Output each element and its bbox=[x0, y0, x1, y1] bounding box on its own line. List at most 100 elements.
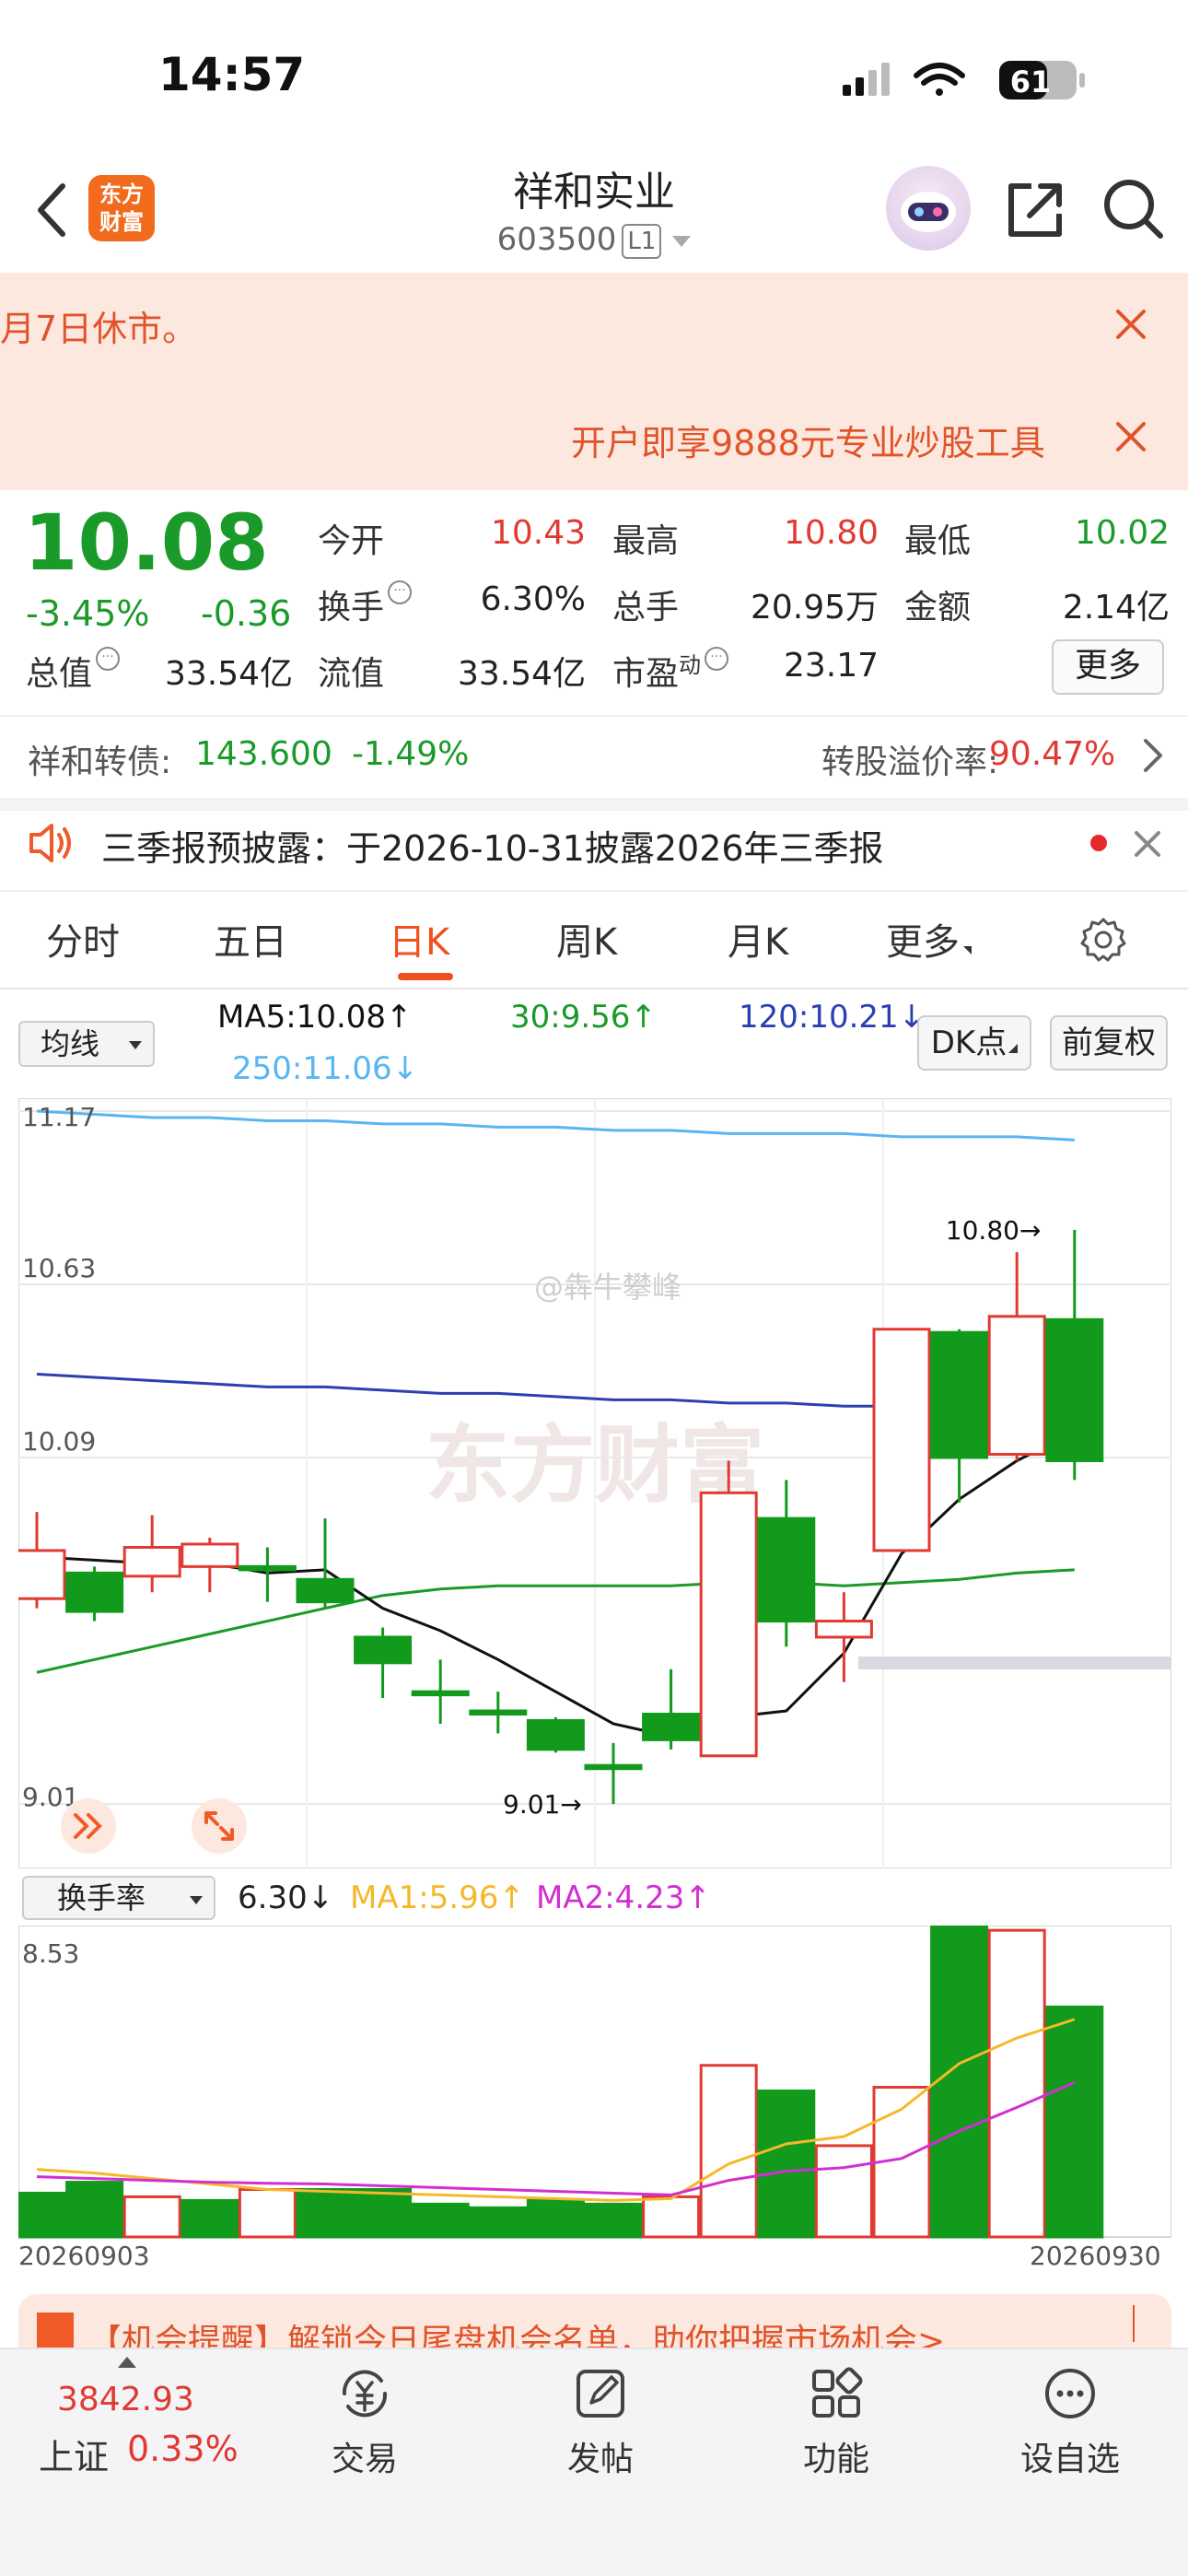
price-band-marker bbox=[858, 1657, 1171, 1669]
more-dots-icon bbox=[1045, 2369, 1095, 2418]
holiday-notice-text[interactable]: 月7日休市。 bbox=[0, 300, 197, 351]
ma250-label: 250:11.06↓ bbox=[232, 1050, 418, 1087]
ma120-label: 120:10.21↓ bbox=[739, 999, 925, 1036]
turnover-label-text: 换手 bbox=[318, 589, 385, 626]
turnover-label[interactable]: 换手 ··· bbox=[318, 580, 413, 628]
assistant-robot-avatar[interactable] bbox=[886, 166, 971, 251]
more-quote-button[interactable]: 更多 bbox=[1052, 639, 1164, 695]
market-cap-value: 33.54亿 bbox=[164, 655, 293, 693]
account-promo-text[interactable]: 开户即享9888元专业炒股工具 bbox=[571, 415, 1045, 465]
nav-trade[interactable]: 交易 bbox=[291, 2364, 438, 2480]
turnover-bar bbox=[987, 1928, 1046, 2239]
info-icon[interactable]: ··· bbox=[96, 647, 121, 671]
candle-body bbox=[757, 1516, 816, 1623]
dk-point-button[interactable]: DK点 bbox=[917, 1015, 1031, 1071]
tab-intraday[interactable]: 分时 bbox=[46, 912, 120, 966]
x-axis-start-date: 20260903 bbox=[18, 2241, 150, 2271]
search-icon[interactable] bbox=[1100, 175, 1166, 241]
index-value[interactable]: 3842.93 bbox=[57, 2381, 194, 2418]
close-icon[interactable] bbox=[1111, 416, 1151, 457]
candle-body bbox=[122, 1545, 181, 1578]
candle-body bbox=[411, 1690, 470, 1697]
index-change[interactable]: 0.33% bbox=[127, 2429, 239, 2469]
yuan-cycle-icon bbox=[342, 2370, 388, 2418]
pe-value: 23.17 bbox=[783, 647, 879, 685]
turnover-bar bbox=[469, 2206, 528, 2239]
up-arrow-icon: ↑ bbox=[630, 999, 657, 1036]
tab-daily-k[interactable]: 日K bbox=[389, 912, 449, 966]
vol-ma1-label: MA1:5.96↑ bbox=[350, 1879, 525, 1916]
turnover-bar bbox=[18, 2191, 66, 2239]
up-arrow-icon: ↑ bbox=[684, 1879, 711, 1916]
tab-weekly-k[interactable]: 周K bbox=[556, 912, 617, 966]
promo-text[interactable]: 【机会提醒】解锁今日尾盘机会名单，助你把握市场机会> bbox=[88, 2314, 1083, 2348]
amount-value: 2.14亿 bbox=[1062, 589, 1170, 626]
candle-body bbox=[699, 1491, 758, 1758]
turnover-bar bbox=[65, 2181, 124, 2239]
level-badge: L1 bbox=[622, 223, 662, 259]
gear-icon[interactable] bbox=[1079, 916, 1127, 964]
high-value: 10.80 bbox=[783, 514, 879, 552]
conversion-premium-value: 90.47% bbox=[989, 735, 1116, 773]
close-icon[interactable] bbox=[1131, 827, 1164, 861]
divider bbox=[0, 988, 1188, 989]
market-cap-label[interactable]: 总值 ··· bbox=[26, 647, 121, 695]
change-value: -0.36 bbox=[201, 593, 292, 634]
turnover-bar bbox=[526, 2198, 585, 2239]
sub-indicator-select[interactable]: 换手率 bbox=[22, 1876, 215, 1920]
up-arrow-icon: ↑ bbox=[498, 1879, 525, 1916]
nav-post[interactable]: 发帖 bbox=[527, 2364, 674, 2480]
ma-type-select-label: 均线 bbox=[41, 1026, 100, 1061]
turnover-chart[interactable]: 8.53 bbox=[18, 1926, 1171, 2239]
low-price-annotation: 9.01→ bbox=[503, 1789, 582, 1820]
tab-five-day[interactable]: 五日 bbox=[214, 912, 287, 966]
turnover-bar bbox=[699, 2064, 758, 2239]
status-time: 14:57 bbox=[158, 48, 306, 101]
vol-ma1-text: MA1:5.96 bbox=[350, 1879, 499, 1916]
convertible-bond-name[interactable]: 祥和转债: bbox=[28, 735, 171, 783]
nav-functions[interactable]: 功能 bbox=[763, 2364, 910, 2480]
convertible-bond-price: 143.600 bbox=[195, 735, 332, 773]
turnover-rate-text: 6.30 bbox=[238, 1879, 308, 1916]
stock-code: 603500 bbox=[496, 221, 617, 258]
pe-label[interactable]: 市盈动 ··· bbox=[612, 647, 729, 695]
turnover-bar bbox=[411, 2202, 470, 2239]
candle-body bbox=[354, 1635, 413, 1665]
y-axis-label: 10.63 bbox=[22, 1253, 96, 1283]
speaker-icon bbox=[29, 824, 71, 862]
price-adjust-button[interactable]: 前复权 bbox=[1050, 1015, 1168, 1071]
index-name[interactable]: 上证 bbox=[39, 2429, 109, 2479]
kline-chart[interactable]: 东方财富 @犇牛攀峰 11.1710.6310.099.01 10.80→9.0… bbox=[18, 1098, 1171, 1868]
turnover-bar bbox=[296, 2187, 355, 2239]
caret-up-icon[interactable] bbox=[116, 2355, 138, 2370]
candle-body bbox=[642, 1713, 701, 1741]
candle-body bbox=[65, 1571, 124, 1613]
nav-trade-label: 交易 bbox=[331, 2441, 398, 2478]
turnover-bar bbox=[584, 2202, 643, 2239]
info-icon[interactable]: ··· bbox=[388, 580, 413, 604]
svg-text:61: 61 bbox=[1010, 64, 1052, 100]
change-percent: -3.45% bbox=[26, 593, 150, 634]
candle-body bbox=[987, 1315, 1046, 1457]
float-cap-value: 33.54亿 bbox=[457, 655, 586, 693]
info-icon[interactable]: ··· bbox=[705, 647, 729, 671]
cellular-signal-icon bbox=[843, 63, 890, 96]
turnover-bar bbox=[354, 2187, 413, 2239]
active-tab-indicator bbox=[398, 973, 453, 980]
turnover-bar bbox=[930, 1926, 989, 2239]
chevron-right-icon[interactable] bbox=[1138, 735, 1166, 776]
tab-more[interactable]: 更多 bbox=[886, 912, 972, 966]
nav-add-watchlist[interactable]: 设自选 bbox=[996, 2364, 1144, 2480]
high-label: 最高 bbox=[612, 522, 680, 560]
candle-body bbox=[584, 1763, 643, 1771]
nav-post-label: 发帖 bbox=[566, 2441, 634, 2478]
volume-value: 20.95万 bbox=[750, 589, 879, 626]
volume-label: 总手 bbox=[612, 589, 680, 626]
battery-icon: 61 bbox=[999, 61, 1085, 100]
down-arrow-icon: ↓ bbox=[307, 1879, 334, 1916]
tab-monthly-k[interactable]: 月K bbox=[728, 912, 788, 966]
close-icon[interactable] bbox=[1111, 304, 1151, 345]
ma-type-select[interactable]: 均线 bbox=[18, 1021, 155, 1067]
share-icon[interactable] bbox=[1004, 177, 1068, 241]
announcement-text[interactable]: 三季报预披露：于2026-10-31披露2026年三季报 bbox=[101, 820, 884, 871]
